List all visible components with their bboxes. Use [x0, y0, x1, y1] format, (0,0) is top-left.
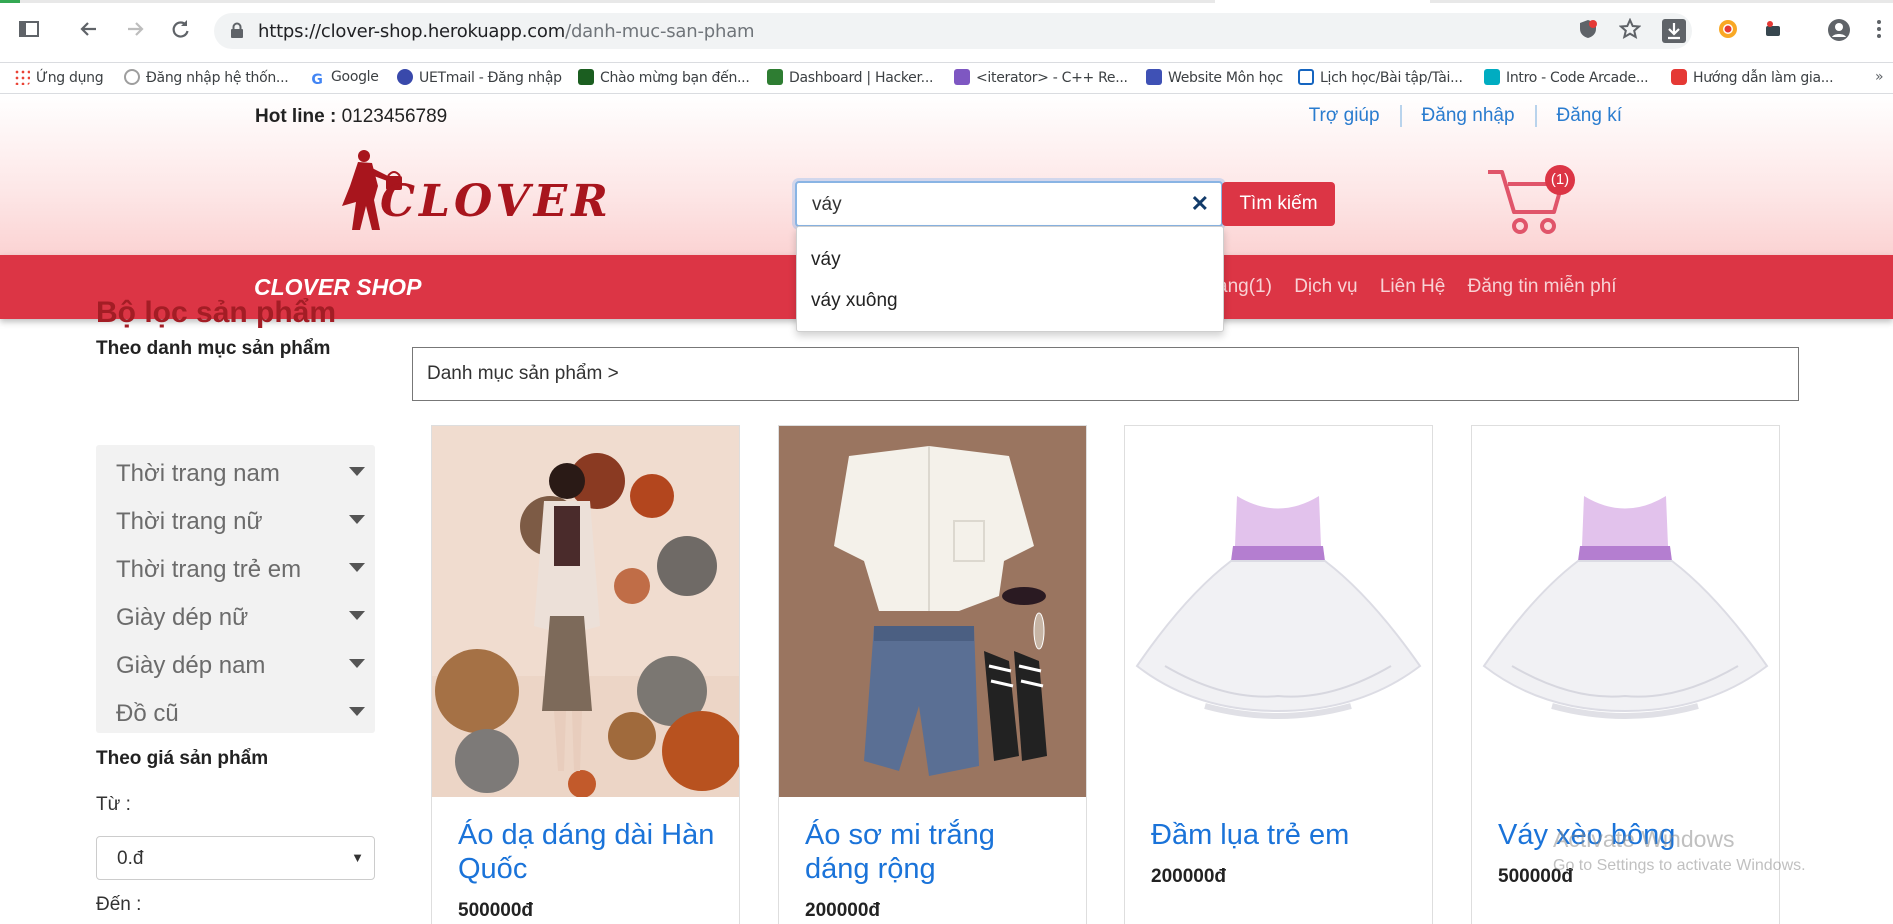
youtube-icon	[1671, 69, 1687, 85]
site-icon	[1146, 69, 1162, 85]
lock-icon	[231, 22, 243, 38]
sidebar-toggle-icon[interactable]	[16, 18, 42, 44]
hotline: Hot line : 0123456789	[255, 106, 448, 127]
hackerrank-icon	[767, 69, 783, 85]
nav-cart-link[interactable]: àng(1)	[1217, 276, 1272, 297]
profile-icon[interactable]	[1826, 18, 1852, 44]
loading-bar-track	[1430, 0, 1893, 3]
caret-down-icon[interactable]	[349, 611, 365, 620]
apps-grid-icon	[14, 69, 30, 85]
search-button[interactable]: Tìm kiếm	[1222, 182, 1335, 226]
shield-extension-icon[interactable]	[1575, 18, 1601, 44]
price-from-select[interactable]: 0.đ ▼	[96, 836, 375, 880]
bookmarks-overflow-icon[interactable]: »	[1875, 69, 1884, 89]
product-name[interactable]: Đầm lụa trẻ em	[1151, 818, 1413, 852]
bookmark-item[interactable]: Website Môn học	[1146, 69, 1283, 89]
windows-activation-watermark: Activate Windows Go to Settings to activ…	[1553, 826, 1806, 874]
uet-icon	[397, 69, 413, 85]
search-autocomplete: váy váy xuông	[796, 226, 1224, 332]
price-to-label: Đến :	[96, 894, 142, 915]
caret-down-icon[interactable]	[349, 515, 365, 524]
breadcrumb: Danh mục sản phẩm >	[412, 347, 1799, 401]
url-text: https://clover-shop.herokuapp.com/danh-m…	[258, 21, 755, 42]
product-name[interactable]: Áo sơ mi trắng dáng rộng	[805, 818, 1067, 886]
nav-services-link[interactable]: Dịch vụ	[1294, 276, 1357, 297]
reload-icon[interactable]	[167, 18, 193, 44]
product-image[interactable]	[432, 426, 739, 797]
chrome-extension-icon[interactable]	[1715, 18, 1741, 44]
bookmark-item[interactable]: Hướng dẫn làm gia...	[1671, 69, 1834, 89]
category-filter-title: Theo danh mục sản phẩm	[96, 338, 331, 359]
extension-icon[interactable]	[1760, 18, 1786, 44]
menu-icon[interactable]	[1866, 18, 1892, 44]
cplusplus-icon	[954, 69, 970, 85]
price-from-label: Từ :	[96, 794, 131, 815]
category-item[interactable]: Thời trang nam	[116, 460, 280, 488]
select-arrow-icon: ▼	[351, 850, 364, 865]
bookmark-item[interactable]: Intro - Code Arcade...	[1484, 69, 1649, 89]
browser-toolbar: https://clover-shop.herokuapp.com/danh-m…	[0, 0, 1893, 63]
product-price: 200000đ	[805, 900, 881, 921]
caret-down-icon[interactable]	[349, 467, 365, 476]
category-item[interactable]: Giày dép nữ	[116, 604, 248, 632]
product-image[interactable]	[1472, 426, 1779, 797]
calendar-icon	[1298, 69, 1314, 85]
category-item[interactable]: Đồ cũ	[116, 700, 179, 728]
cart-count-badge: (1)	[1545, 165, 1575, 195]
codesignal-icon	[1484, 69, 1500, 85]
svg-text:CLOVER: CLOVER	[380, 176, 612, 227]
caret-down-icon[interactable]	[349, 707, 365, 716]
google-icon: G	[311, 72, 323, 88]
address-bar[interactable]: https://clover-shop.herokuapp.com/danh-m…	[214, 13, 1692, 49]
caret-down-icon[interactable]	[349, 563, 365, 572]
bookmark-item[interactable]: Chào mừng bạn đến...	[578, 69, 750, 89]
back-icon[interactable]	[76, 18, 102, 44]
product-image[interactable]	[779, 426, 1086, 797]
search-input[interactable]: váy ✕	[795, 181, 1223, 227]
globe-icon	[124, 69, 140, 85]
clover-logo[interactable]: CLOVER	[328, 146, 638, 234]
nav-links: àng(1) Dịch vụ Liên Hệ Đăng tin miễn phí	[1217, 276, 1634, 298]
caret-down-icon[interactable]	[349, 659, 365, 668]
forward-icon[interactable]	[122, 18, 148, 44]
product-price: 200000đ	[1151, 866, 1227, 887]
product-card[interactable]: Đầm lụa trẻ em 200000đ	[1124, 425, 1433, 924]
category-item[interactable]: Thời trang trẻ em	[116, 556, 301, 584]
bookmark-star-icon[interactable]	[1617, 17, 1643, 44]
page: Hot line : 0123456789 Trợ giúp Đăng nhập…	[0, 94, 1893, 924]
bookmark-item[interactable]: G Google	[309, 69, 378, 89]
product-card[interactable]: Áo sơ mi trắng dáng rộng 200000đ	[778, 425, 1087, 924]
autocomplete-option[interactable]: váy	[811, 249, 841, 271]
filter-title: Bộ lọc sản phẩm	[96, 296, 337, 329]
product-image[interactable]	[1125, 426, 1432, 797]
category-item[interactable]: Thời trang nữ	[116, 508, 263, 536]
autocomplete-option[interactable]: váy xuông	[811, 290, 898, 312]
product-price: 500000đ	[458, 900, 534, 921]
bookmark-item[interactable]: Lịch học/Bài tập/Tài...	[1298, 69, 1463, 89]
bookmark-item[interactable]: Dashboard | Hacker...	[767, 69, 933, 89]
bookmarks-bar: Ứng dụng Đăng nhập hệ thốn... G Google UE…	[0, 63, 1893, 94]
loading-bar	[0, 0, 1215, 3]
bookmark-apps[interactable]: Ứng dụng	[14, 69, 104, 89]
help-link[interactable]: Trợ giúp	[1289, 105, 1400, 127]
bookmark-item[interactable]: UETmail - Đăng nhập	[397, 69, 562, 89]
download-icon[interactable]	[1661, 18, 1687, 44]
register-link[interactable]: Đăng kí	[1534, 105, 1642, 127]
product-card[interactable]: Áo dạ dáng dài Hàn Quốc 500000đ	[431, 425, 740, 924]
bookmark-item[interactable]: Đăng nhập hệ thốn...	[124, 69, 289, 89]
nav-contact-link[interactable]: Liên Hệ	[1380, 276, 1446, 297]
clear-search-icon[interactable]: ✕	[1191, 191, 1209, 217]
nav-post-free-link[interactable]: Đăng tin miễn phí	[1468, 276, 1617, 297]
top-links: Trợ giúp Đăng nhập Đăng kí	[1289, 105, 1642, 127]
login-link[interactable]: Đăng nhập	[1399, 105, 1535, 127]
product-name[interactable]: Áo dạ dáng dài Hàn Quốc	[458, 818, 720, 886]
bookmark-item[interactable]: <iterator> - C++ Re...	[954, 69, 1128, 89]
category-item[interactable]: Giày dép nam	[116, 652, 265, 680]
price-filter-title: Theo giá sản phẩm	[96, 748, 269, 769]
site-icon	[578, 69, 594, 85]
category-list: Thời trang nam Thời trang nữ Thời trang …	[96, 445, 375, 733]
